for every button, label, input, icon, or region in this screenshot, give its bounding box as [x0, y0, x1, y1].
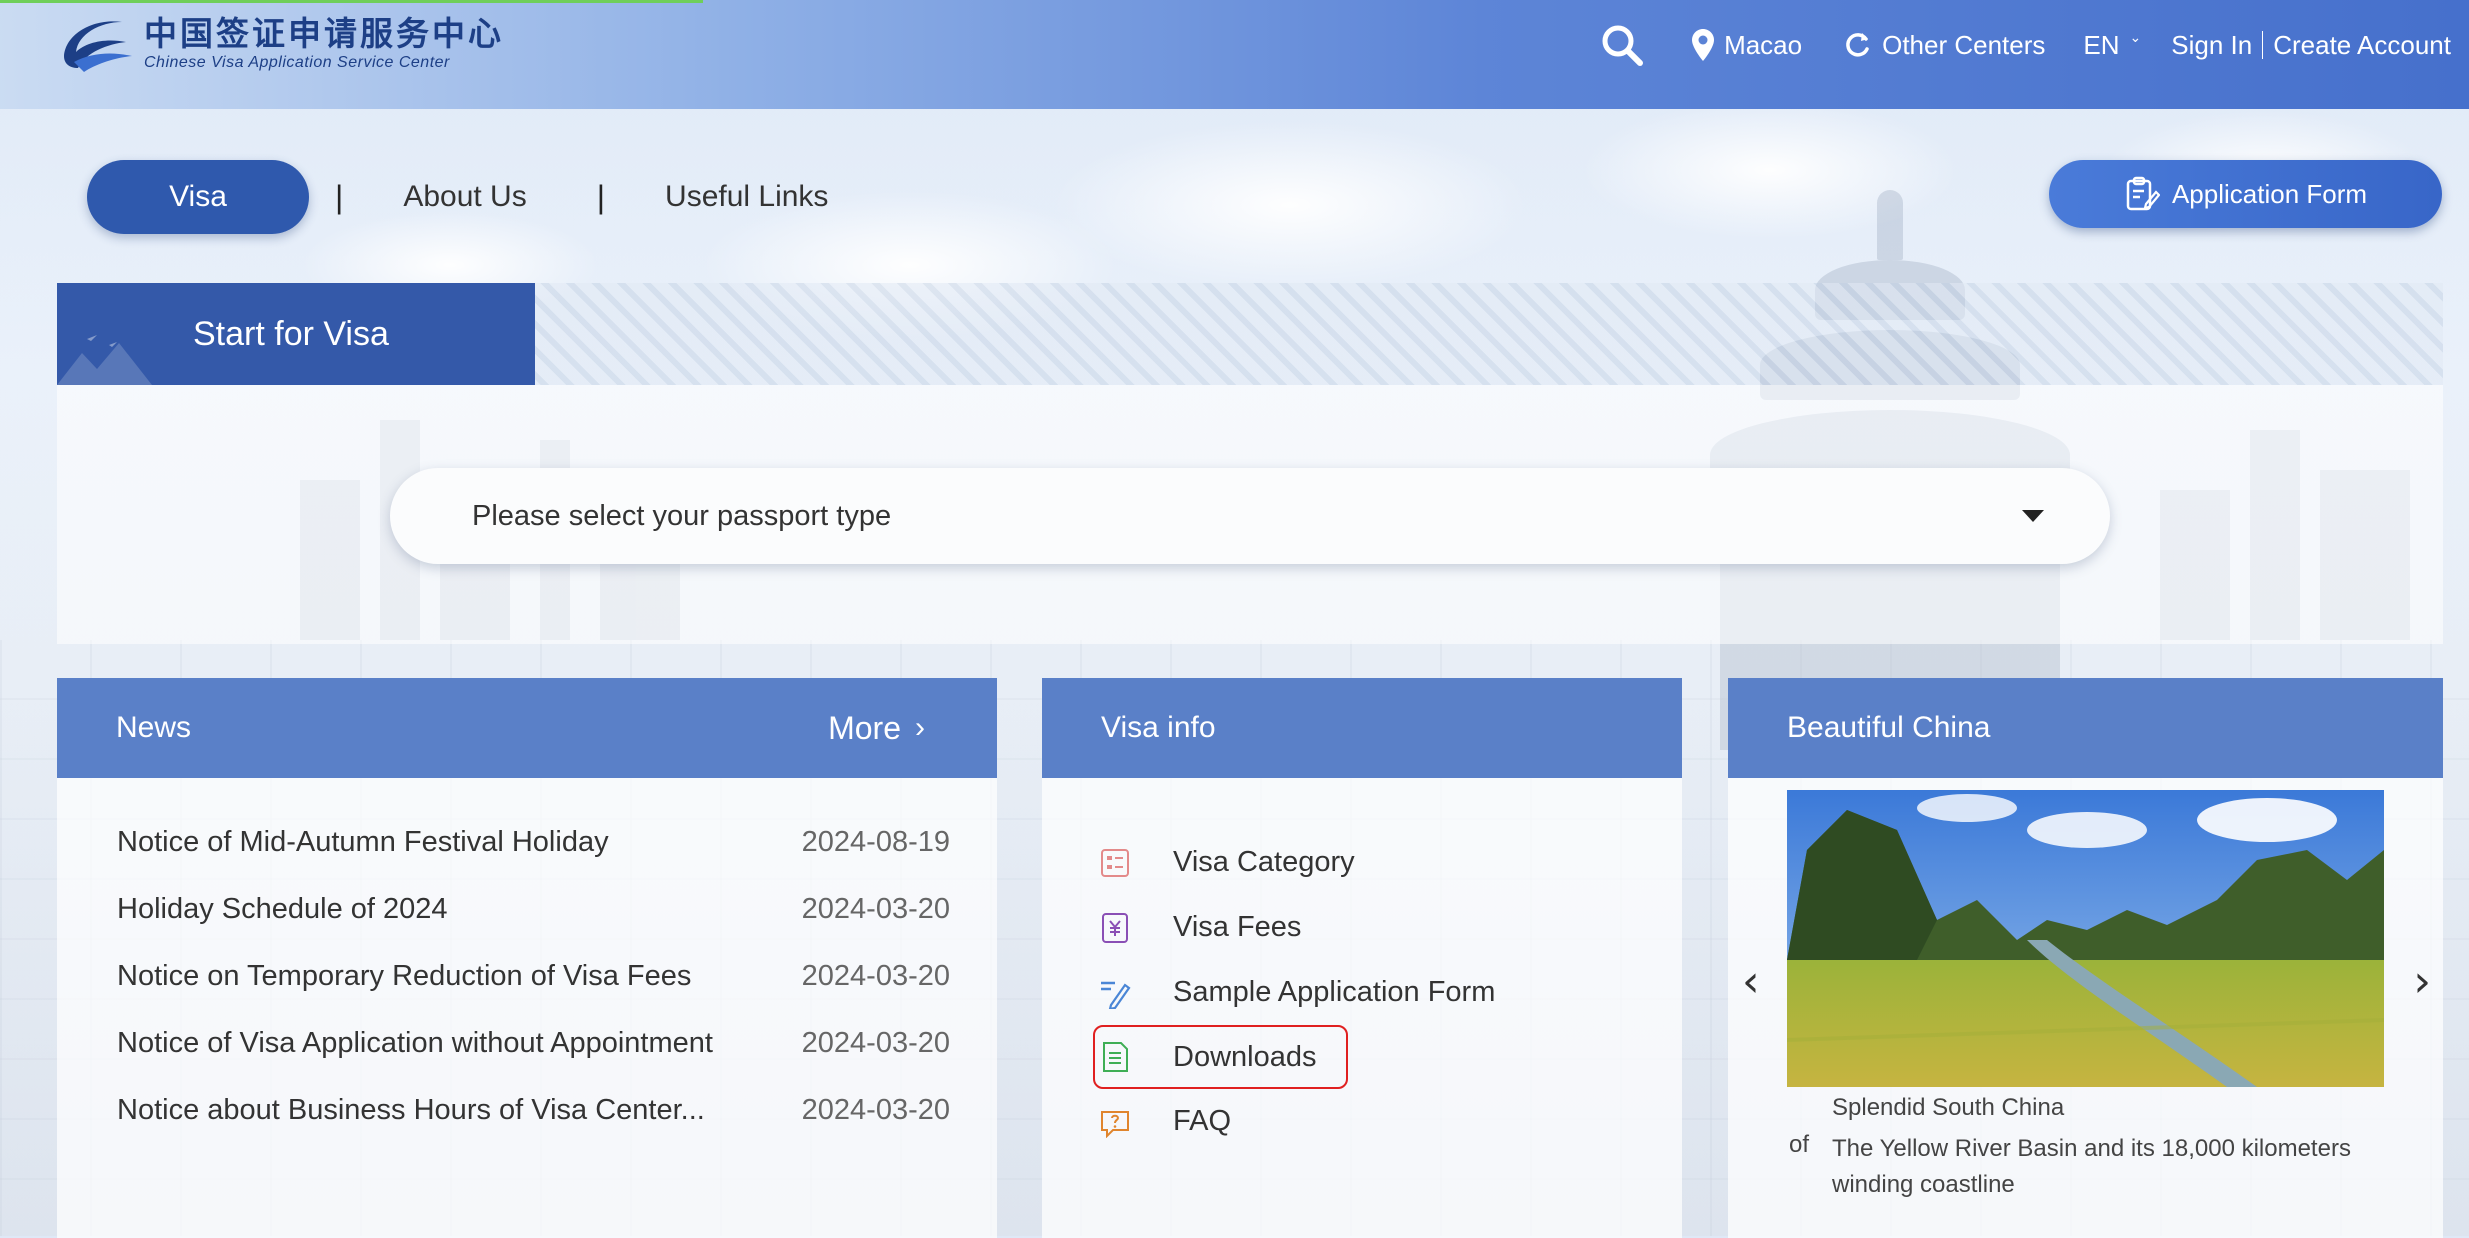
visa-info-item-visa-fees[interactable]: Visa Fees	[1099, 895, 1495, 960]
loading-progress-strip	[0, 0, 703, 3]
top-header-bar: 中国签证申请服务中心 Chinese Visa Application Serv…	[0, 0, 2469, 109]
news-item-date: 2024-08-19	[801, 826, 950, 858]
news-item[interactable]: Notice of Visa Application without Appoi…	[117, 1027, 950, 1094]
news-title: News	[116, 711, 192, 744]
site-logo[interactable]: 中国签证申请服务中心 Chinese Visa Application Serv…	[56, 12, 504, 76]
beautiful-china-panel: Beautiful China ‹ › Splendid South China	[1728, 678, 2443, 1238]
news-item-date: 2024-03-20	[801, 960, 950, 992]
news-item-date: 2024-03-20	[801, 893, 950, 925]
visa-info-panel: Visa info Visa Category Visa Fees Sample…	[1042, 678, 1682, 1238]
refresh-icon	[1846, 33, 1869, 57]
carousel-caption-title: Splendid South China	[1832, 1094, 2065, 1121]
visa-info-label: Downloads	[1173, 1040, 1317, 1073]
logo-chinese-text: 中国签证申请服务中心	[144, 14, 504, 53]
news-list: Notice of Mid-Autumn Festival Holiday 202…	[117, 826, 950, 1161]
visa-info-panel-header: Visa info	[1042, 678, 1682, 778]
visa-info-label: Sample Application Form	[1173, 976, 1496, 1008]
language-selector[interactable]: EN ⌄	[2083, 28, 2142, 61]
create-account-link[interactable]: Create Account	[2263, 30, 2469, 61]
news-item[interactable]: Holiday Schedule of 2024 2024-03-20	[117, 893, 950, 960]
carousel-caption-prefix: of	[1789, 1131, 1810, 1158]
nav-tab-visa[interactable]: Visa	[87, 160, 309, 234]
location-selector[interactable]: Macao	[1692, 29, 1802, 61]
application-form-label: Application Form	[2171, 178, 2368, 209]
news-item-title: Notice of Mid-Autumn Festival Holiday	[117, 826, 609, 858]
news-item-title: Holiday Schedule of 2024	[117, 893, 448, 925]
search-icon[interactable]	[1600, 23, 1644, 67]
start-for-visa-title: Start for Visa	[193, 314, 389, 353]
news-item-title: Notice on Temporary Reduction of Visa Fe…	[117, 960, 692, 992]
start-panel-body: Please select your passport type	[57, 385, 2443, 644]
logo-english-text: Chinese Visa Application Service Center	[144, 54, 450, 71]
chat-question-icon	[1101, 1110, 1129, 1138]
start-for-visa-tab: Start for Visa	[57, 283, 535, 385]
news-panel-header: News More ›	[57, 678, 997, 778]
news-item[interactable]: Notice on Temporary Reduction of Visa Fe…	[117, 960, 950, 1027]
other-centers-label: Other Centers	[1882, 29, 2046, 60]
start-for-visa-panel: Start for Visa Please select your passpo…	[57, 283, 2443, 644]
passport-type-select[interactable]: Please select your passport type	[390, 468, 2110, 564]
news-item-date: 2024-03-20	[801, 1094, 950, 1126]
main-nav: Visa | About Us | Useful Links	[87, 160, 828, 234]
beautiful-china-title: Beautiful China	[1787, 711, 1991, 744]
application-form-button[interactable]: Application Form	[2049, 160, 2442, 228]
location-label: Macao	[1724, 29, 1803, 60]
sign-in-link[interactable]: Sign In	[2171, 31, 2264, 59]
news-item-title: Notice of Visa Application without Appoi…	[117, 1027, 713, 1059]
carousel-caption-description: The Yellow River Basin and its 18,000 ki…	[1832, 1135, 2351, 1198]
visa-info-label: FAQ	[1173, 1105, 1232, 1137]
visa-info-item-visa-category[interactable]: Visa Category	[1099, 830, 1495, 895]
nav-tab-about-us[interactable]: About Us	[403, 180, 526, 214]
visa-info-item-downloads[interactable]: Downloads	[1093, 1025, 1348, 1089]
visa-info-label: Visa Fees	[1173, 911, 1302, 943]
list-icon	[1101, 848, 1129, 877]
document-icon	[1103, 1042, 1128, 1072]
nav-tab-useful-links[interactable]: Useful Links	[665, 180, 828, 214]
landscape-image	[1787, 790, 2384, 1087]
caret-down-icon	[2022, 510, 2044, 522]
carousel-next-arrow-icon[interactable]: ›	[2413, 956, 2431, 1007]
news-item[interactable]: Notice of Mid-Autumn Festival Holiday 202…	[117, 826, 950, 893]
chevron-right-icon: ›	[915, 711, 925, 744]
other-centers-link[interactable]: Other Centers	[1842, 30, 2045, 61]
clipboard-edit-icon	[2126, 176, 2160, 211]
passport-type-placeholder: Please select your passport type	[472, 499, 892, 532]
visa-info-item-faq[interactable]: FAQ	[1099, 1089, 1495, 1154]
mountain-decoration-icon	[57, 335, 152, 385]
nav-separator: |	[596, 178, 606, 215]
news-more-link[interactable]: More ›	[828, 678, 925, 778]
carousel-photo[interactable]	[1787, 790, 2384, 1087]
news-item-date: 2024-03-20	[801, 1027, 950, 1059]
nav-separator: |	[335, 178, 344, 215]
news-panel: News More › Notice of Mid-Autumn Festiva…	[57, 678, 997, 1238]
beautiful-china-panel-header: Beautiful China	[1728, 678, 2443, 778]
more-label: More	[828, 709, 901, 746]
pen-icon	[1101, 981, 1131, 1009]
chevron-down-icon: ⌄	[2129, 28, 2142, 45]
carousel-prev-arrow-icon[interactable]: ‹	[1742, 956, 1760, 1007]
logo-swoosh-icon	[64, 21, 132, 72]
language-label: EN	[2083, 29, 2120, 60]
visa-info-label: Visa Category	[1173, 846, 1355, 878]
news-item-title: Notice about Business Hours of Visa Cent…	[117, 1094, 705, 1126]
visa-info-item-sample-application-form[interactable]: Sample Application Form	[1099, 960, 1495, 1025]
yen-icon	[1102, 912, 1128, 943]
map-pin-icon	[1692, 29, 1715, 61]
news-item[interactable]: Notice about Business Hours of Visa Cent…	[117, 1094, 950, 1161]
visa-info-list: Visa Category Visa Fees Sample Applicati…	[1093, 830, 1495, 1154]
visa-info-title: Visa info	[1101, 711, 1216, 744]
